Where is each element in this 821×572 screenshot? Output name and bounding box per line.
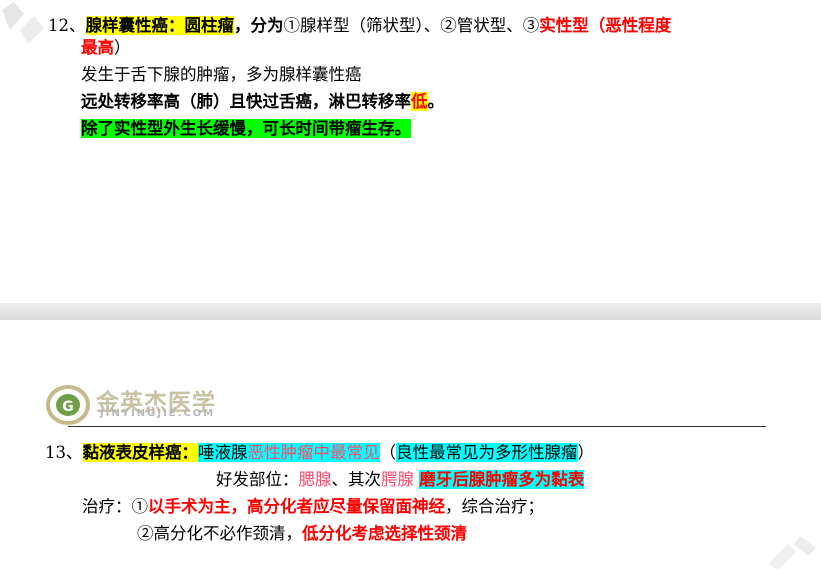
header-divider <box>68 426 766 427</box>
section13-treatment1: 治疗：①以手术为主，高分化者应尽量保留面神经，综合治疗； <box>82 496 544 517</box>
section12-origin: 发生于舌下腺的肿瘤，多为腺样囊性癌 <box>81 64 362 85</box>
section12-paren-open: （ <box>588 16 606 35</box>
section13-treat2-prefix: ②高分化不必作颈清， <box>137 524 302 543</box>
section13-saliva-prefix: 唾液腺 <box>198 443 248 462</box>
section12-metastasis-text: 远处转移率高（肺）且快过舌癌，淋巴转移率 <box>81 92 411 111</box>
section13-site: 好发部位：腮腺、其次腭腺 磨牙后腺肿瘤多为黏表 <box>216 469 585 490</box>
section13-treat2-red: 低分化考虑选择性颈清 <box>302 524 467 543</box>
section12-survival-text: 除了实性型外生长缓慢，可长时间带瘤生存。 <box>81 119 411 138</box>
section12-malignancy: 恶性程度 <box>605 16 672 35</box>
section13-treat-label: 治疗：① <box>82 497 148 516</box>
section13-paren-open: （ <box>379 443 397 462</box>
section12-paren-close: ） <box>114 38 131 57</box>
section12-divided: ，分为 <box>234 16 284 35</box>
section12-number: 12、 <box>48 16 86 35</box>
section12-type-label: 圆柱瘤 <box>184 16 234 35</box>
section12-line2: 最高） <box>81 37 131 58</box>
document-page-bottom: G 金英杰医学 JINYINGJIE.COM 13、黏液表皮样癌：唾液腺恶性肿瘤… <box>0 320 821 572</box>
section13-site-mid: 、其次 <box>331 470 382 489</box>
page-separator <box>0 303 821 320</box>
section13-treat-main: 以手术为主，高分化者应尽量保留面神经 <box>148 497 445 516</box>
logo-text-english: JINYINGJIE.COM <box>100 408 216 419</box>
brand-logo: G 金英杰医学 JINYINGJIE.COM <box>46 383 236 425</box>
section12-title: 腺样囊性癌 <box>85 16 168 35</box>
logo-emblem-icon: G <box>46 385 90 425</box>
section13-colon: ： <box>181 443 198 462</box>
section13-most-common-malignant: 恶性肿瘤中最常见 <box>247 443 380 462</box>
section13-paren-close: ） <box>577 443 595 462</box>
section12-metastasis: 远处转移率高（肺）且快过舌癌，淋巴转移率低。 <box>81 91 444 112</box>
section13-site-palate: 腭腺 <box>381 470 414 489</box>
section12-metastasis-low: 低 <box>411 92 428 111</box>
section12-survival: 除了实性型外生长缓慢，可长时间带瘤生存。 <box>81 118 411 139</box>
section13-benign-note: 良性最常见为多形性腺瘤 <box>396 443 578 462</box>
section12-subtypes: ①腺样型（筛状型）、②管状型、③ <box>283 16 540 35</box>
document-page-top: 12、腺样囊性癌：圆柱瘤，分为①腺样型（筛状型）、②管状型、③实性型（恶性程度 … <box>0 0 821 303</box>
section12-origin-text: 发生于舌下腺的肿瘤，多为腺样囊性癌 <box>81 65 362 84</box>
section13-number: 13、 <box>45 443 83 462</box>
section13-treatment2: ②高分化不必作颈清，低分化考虑选择性颈清 <box>137 523 467 544</box>
section12-colon: ： <box>168 16 185 35</box>
section13-title: 黏液表皮样癌 <box>82 443 182 462</box>
section12-solid-type: 实性型 <box>539 16 589 35</box>
section12-metastasis-end: 。 <box>427 92 445 111</box>
corner-watermark-icon-bottom <box>768 536 816 570</box>
section12-malignancy-highest: 最高 <box>81 38 114 57</box>
section13-site-label: 好发部位： <box>216 470 299 489</box>
section13-line1: 13、黏液表皮样癌：唾液腺恶性肿瘤中最常见（良性最常见为多形性腺瘤） <box>45 442 594 463</box>
section13-site-parotid: 腮腺 <box>298 470 332 489</box>
section13-treat-end: ，综合治疗； <box>445 497 544 516</box>
section12-line1: 12、腺样囊性癌：圆柱瘤，分为①腺样型（筛状型）、②管状型、③实性型（恶性程度 <box>48 15 671 36</box>
svg-text:G: G <box>62 399 74 415</box>
section13-site-retromolar: 磨牙后腺肿瘤多为黏表 <box>419 470 585 489</box>
